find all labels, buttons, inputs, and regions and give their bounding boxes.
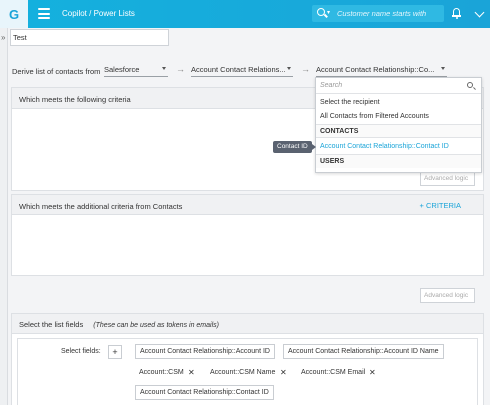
field-select[interactable]: Account Contact Relationship::Co... [316,63,447,77]
list-name-input[interactable]: Test [10,29,169,46]
top-bar: G Copilot / Power Lists ▾ Customer name … [0,0,490,28]
close-icon[interactable]: ✕ [280,368,287,377]
bell-icon[interactable] [452,7,461,19]
close-icon[interactable]: ✕ [188,368,195,377]
advanced-logic-input[interactable]: Advanced logic [420,171,475,186]
source-select[interactable]: Salesforce [104,63,168,77]
close-icon[interactable]: ✕ [369,368,376,377]
field-chip[interactable]: Account Contact Relationship::Account ID… [283,344,444,359]
field-select-value: Account Contact Relationship::Co... [316,65,435,74]
logo-letter: G [8,6,20,22]
chevron-down-icon [441,67,445,70]
dropdown-group-header: CONTACTS [316,124,481,138]
search-icon [317,8,325,16]
advanced-logic-input-2[interactable]: Advanced logic [420,288,475,303]
search-input[interactable]: Customer name starts with [337,9,426,18]
field-chip[interactable]: Account Contact Relationship::Account ID [135,344,275,359]
global-search[interactable]: ▾ Customer name starts with [312,5,444,22]
chevron-down-icon [162,67,166,70]
object-select-value: Account Contact Relations... [191,65,286,74]
list-fields-header: Select the list fields (These can be use… [12,314,483,334]
additional-panel-title: Which meets the additional criteria from… [12,195,483,215]
dropdown-group-header: USERS [316,154,481,168]
field-chip[interactable]: Account Contact Relationship::Contact ID [135,385,274,400]
list-fields-title: Select the list fields [19,320,84,329]
dropdown-search-input[interactable]: Search [320,82,342,89]
field-item: Account::CSM [139,369,184,376]
arrow-right-icon: → [176,64,185,74]
derive-label: Derive list of contacts from [12,67,101,76]
add-field-button[interactable]: + [108,345,122,359]
menu-icon[interactable] [38,8,50,19]
source-select-value: Salesforce [104,65,140,74]
field-item: Account::CSM Name [210,369,276,376]
app-logo[interactable]: G [0,0,28,28]
dropdown-item[interactable]: Account Contact Relationship::Contact ID [316,140,481,154]
search-scope-caret[interactable]: ▾ [327,9,330,16]
tooltip: Contact ID [273,141,316,153]
recipient-dropdown: Search Select the recipient All Contacts… [315,77,482,173]
expand-sidebar-icon[interactable]: » [1,33,5,42]
select-fields-label: Select fields: [61,348,101,355]
chevron-down-icon[interactable] [474,7,485,18]
arrow-right-icon: → [301,64,310,74]
object-select[interactable]: Account Contact Relations... [191,63,293,77]
search-icon [467,82,473,88]
dropdown-item[interactable]: Select the recipient [316,96,481,110]
page-title: Copilot / Power Lists [62,9,135,18]
sidebar-collapsed [0,28,8,405]
add-criteria-button[interactable]: + CRITERIA [420,201,461,210]
additional-criteria-panel: Which meets the additional criteria from… [11,194,484,276]
field-item: Account::CSM Email [301,369,366,376]
chevron-down-icon [287,67,291,70]
list-fields-note: (These can be used as tokens in emails) [93,322,219,329]
dropdown-search[interactable]: Search [316,78,481,94]
dropdown-item[interactable]: All Contacts from Filtered Accounts [316,110,481,124]
